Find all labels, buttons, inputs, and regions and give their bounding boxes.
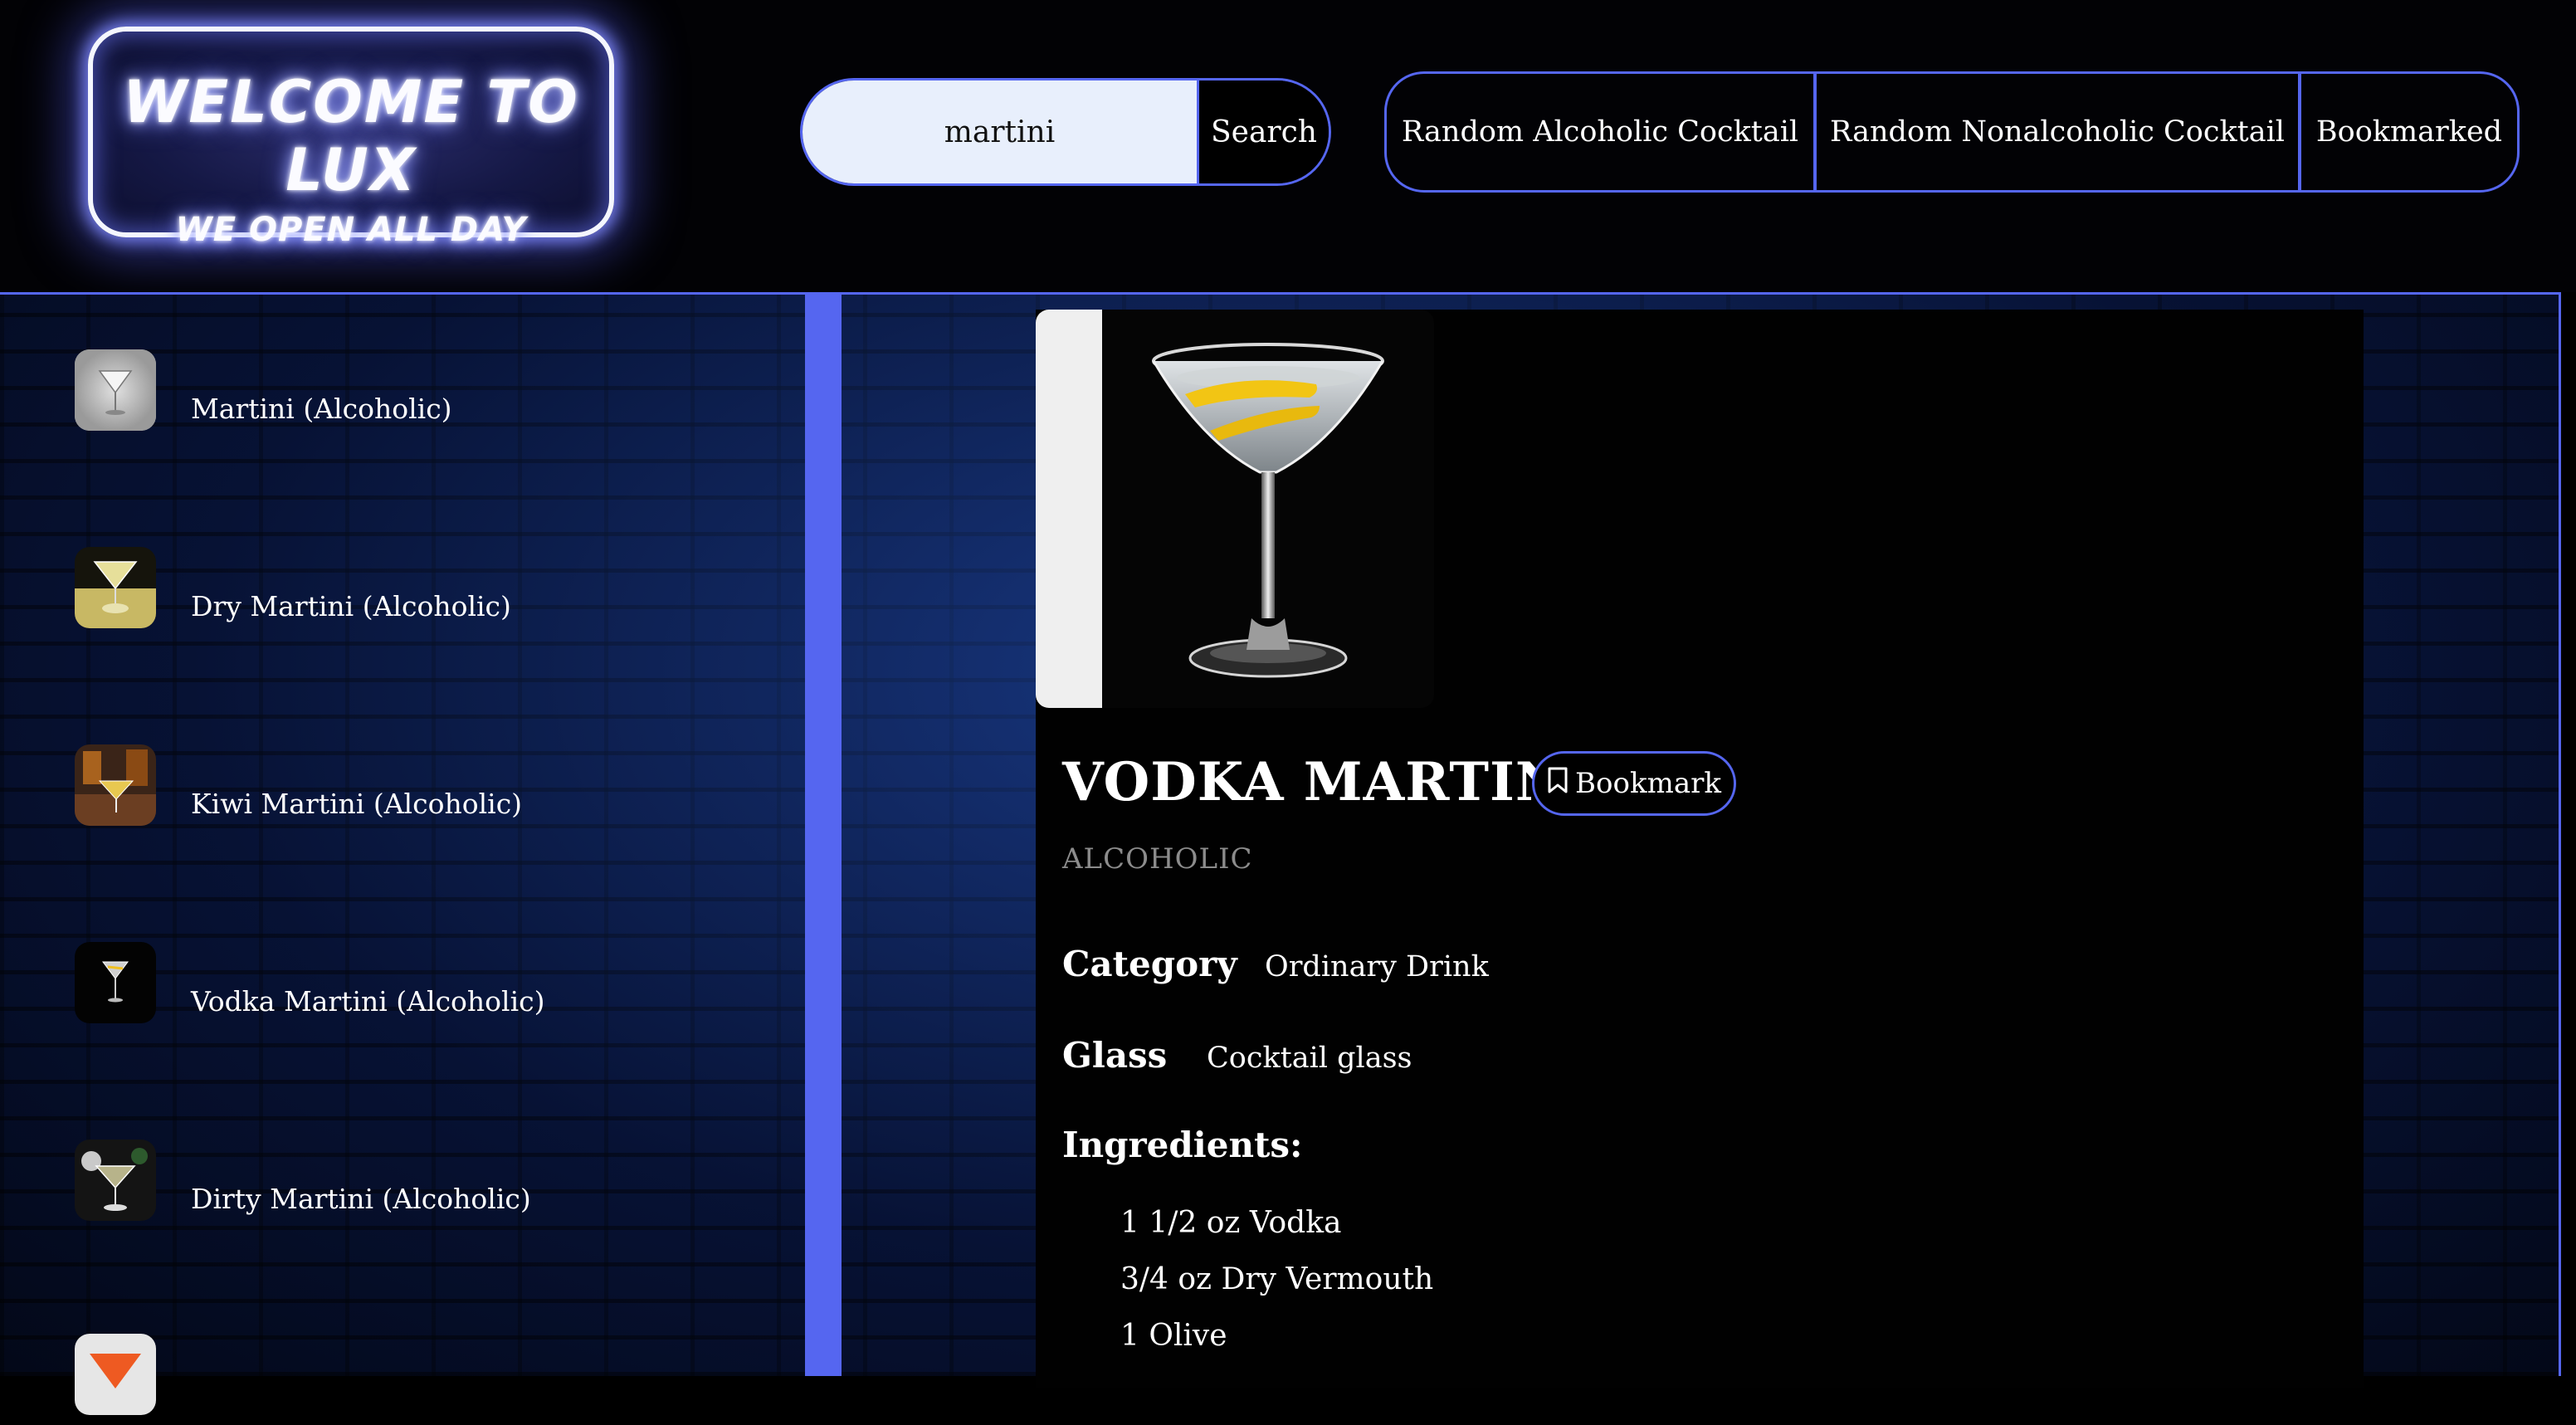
bookmark-button[interactable]: Bookmark (1532, 751, 1736, 816)
header: WELCOME TO LUX WE OPEN ALL DAY Search Ra… (0, 0, 2576, 292)
category-label: Category (1062, 944, 1237, 984)
logo-subtitle: WE OPEN ALL DAY (175, 211, 527, 249)
list-item[interactable]: Kiwi Martini (Alcoholic) (75, 744, 788, 836)
glass-label: Glass (1062, 1035, 1168, 1076)
bookmarked-button[interactable]: Bookmarked (2301, 74, 2517, 190)
list-item[interactable]: Vodka Martini (Alcoholic) (75, 942, 788, 1033)
ingredients-label: Ingredients: (1062, 1125, 1303, 1165)
bookmark-label: Bookmark (1575, 767, 1721, 800)
result-label: Kiwi Martini (Alcoholic) (191, 788, 523, 820)
results-list[interactable]: Martini (Alcoholic) Dry Martini (Alcohol… (0, 295, 805, 1415)
search-bar: Search (800, 78, 1331, 186)
panel-divider[interactable] (805, 295, 842, 1376)
bookmark-icon (1547, 766, 1569, 802)
vodka-martini-thumbnail (75, 942, 156, 1023)
list-item[interactable]: Dirty Martini (Alcoholic) (75, 1140, 788, 1231)
alcoholic-tag: ALCOHOLIC (1062, 842, 1253, 876)
result-label: Dirty Martini (Alcoholic) (191, 1183, 531, 1215)
martini-thumbnail (75, 349, 156, 431)
main-area: Martini (Alcoholic) Dry Martini (Alcohol… (0, 292, 2561, 1415)
kiwi-martini-thumbnail (75, 744, 156, 826)
dry-martini-thumbnail (75, 547, 156, 628)
ingredient-item: 1 Olive (1120, 1319, 1227, 1353)
cocktail-thumbnail (75, 1334, 156, 1415)
result-label: Dry Martini (Alcoholic) (191, 590, 511, 622)
dirty-martini-thumbnail (75, 1140, 156, 1221)
drink-title: VODKA MARTINI (1062, 751, 1591, 813)
search-button[interactable]: Search (1199, 81, 1329, 183)
ingredient-item: 3/4 oz Dry Vermouth (1120, 1262, 1434, 1296)
random-nonalcoholic-button[interactable]: Random Nonalcoholic Cocktail (1817, 74, 2301, 190)
neon-logo[interactable]: WELCOME TO LUX WE OPEN ALL DAY (88, 27, 614, 249)
result-label: Martini (Alcoholic) (191, 393, 452, 425)
search-input[interactable] (803, 81, 1199, 183)
result-label: Vodka Martini (Alcoholic) (191, 985, 545, 1018)
list-item[interactable]: Dry Martini (Alcoholic) (75, 547, 788, 638)
drink-photo (1036, 310, 1434, 708)
nav-bar: Random Alcoholic Cocktail Random Nonalco… (1384, 71, 2520, 193)
ingredient-item: 1 1/2 oz Vodka (1120, 1206, 1342, 1240)
category-value: Ordinary Drink (1265, 950, 1489, 983)
list-item[interactable] (75, 1334, 788, 1425)
list-item[interactable]: Martini (Alcoholic) (75, 349, 788, 441)
random-alcoholic-button[interactable]: Random Alcoholic Cocktail (1387, 74, 1817, 190)
glass-value: Cocktail glass (1207, 1042, 1412, 1075)
logo-title: WELCOME TO LUX (123, 68, 579, 204)
drink-detail-panel: VODKA MARTINI Bookmark ALCOHOLIC Categor… (1036, 310, 2364, 1388)
